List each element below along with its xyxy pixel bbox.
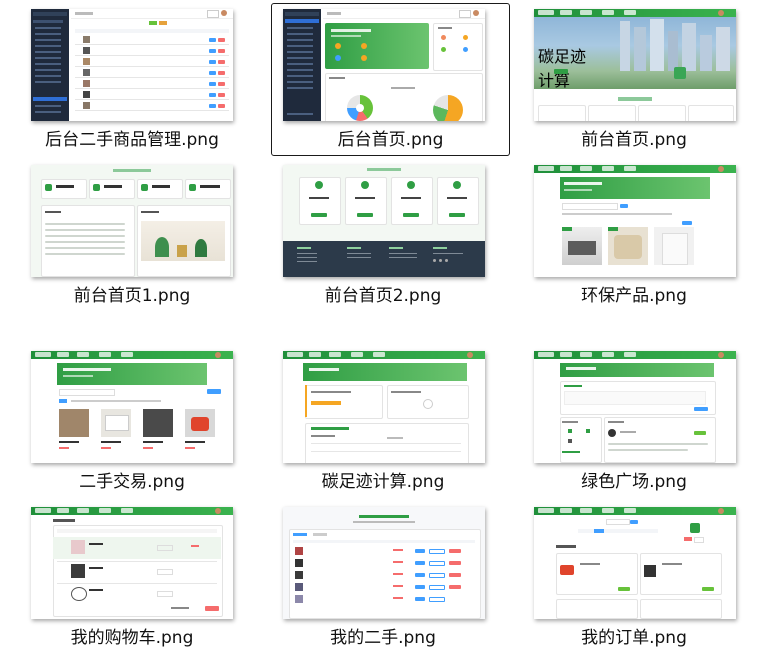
- file-tile-my-orders[interactable]: 我的订单.png: [523, 501, 745, 653]
- file-name: 前台首页1.png: [73, 286, 191, 306]
- file-name: 后台二手商品管理.png: [45, 130, 219, 150]
- hero-title: 碳足迹计算: [538, 47, 587, 90]
- file-tile-admin-goods[interactable]: 后台二手商品管理.png: [21, 3, 243, 155]
- file-tile-my-second-hand[interactable]: 我的二手.png: [272, 501, 494, 653]
- file-thumbnail: [283, 9, 485, 121]
- file-thumbnail: [31, 9, 233, 121]
- file-name: 我的购物车.png: [70, 628, 194, 648]
- file-tile-front-home[interactable]: 碳足迹计算 前台首页.png: [523, 3, 745, 155]
- file-thumbnail: 碳足迹计算: [534, 9, 736, 121]
- file-thumbnail: [31, 507, 233, 619]
- file-thumbnail: [534, 351, 736, 463]
- file-tile-front-home-2[interactable]: 前台首页2.png: [272, 159, 494, 311]
- file-tile-admin-home[interactable]: 后台首页.png: [271, 3, 510, 156]
- file-tile-eco-products[interactable]: 环保产品.png: [523, 159, 745, 311]
- file-name: 后台首页.png: [337, 130, 444, 150]
- file-thumbnail: [31, 351, 233, 463]
- file-tile-carbon-footprint[interactable]: 碳足迹计算.png: [272, 345, 494, 497]
- file-tile-my-cart[interactable]: 我的购物车.png: [21, 501, 243, 653]
- file-name: 碳足迹计算.png: [321, 472, 445, 492]
- file-name: 环保产品.png: [581, 286, 687, 306]
- file-thumbnail: [283, 507, 485, 619]
- file-thumbnail: [534, 165, 736, 277]
- file-thumbnail: [534, 507, 736, 619]
- file-thumbnail: [283, 351, 485, 463]
- file-name: 二手交易.png: [79, 472, 185, 492]
- file-tile-green-square[interactable]: 绿色广场.png: [523, 345, 745, 497]
- file-name: 我的二手.png: [330, 628, 436, 648]
- file-name: 前台首页2.png: [324, 286, 442, 306]
- file-thumbnail: [283, 165, 485, 277]
- file-name: 前台首页.png: [581, 130, 687, 150]
- file-name: 绿色广场.png: [581, 472, 687, 492]
- file-name: 我的订单.png: [581, 628, 687, 648]
- file-tile-front-home-1[interactable]: 前台首页1.png: [21, 159, 243, 311]
- file-thumbnail: [31, 165, 233, 277]
- file-tile-second-hand[interactable]: 二手交易.png: [21, 345, 243, 497]
